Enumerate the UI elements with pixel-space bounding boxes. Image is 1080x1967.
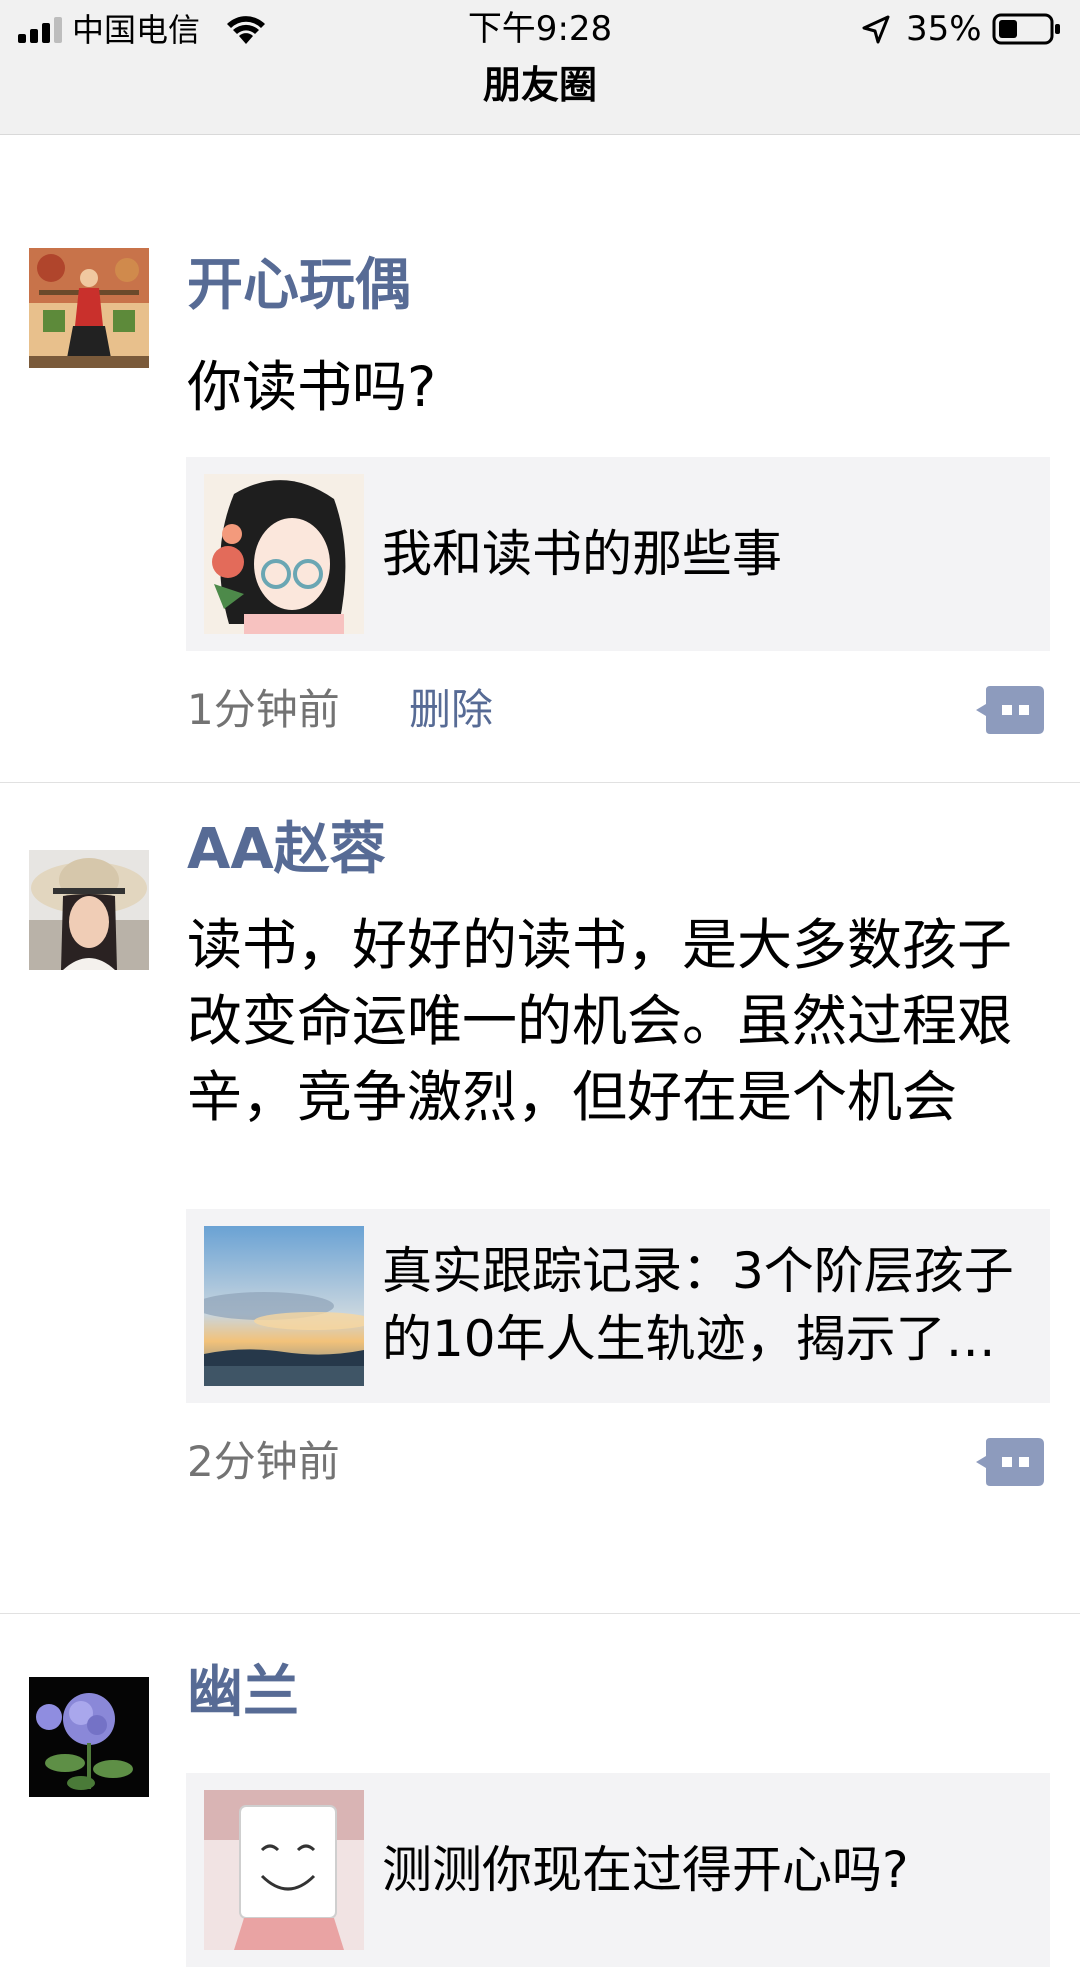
avatar-image bbox=[29, 850, 149, 970]
author-name[interactable]: 开心玩偶 bbox=[187, 252, 411, 320]
author-name[interactable]: AA赵蓉 bbox=[187, 816, 386, 884]
battery-percent: 35% bbox=[906, 9, 982, 49]
card-thumbnail bbox=[204, 474, 364, 634]
link-card[interactable]: 我和读书的那些事 bbox=[186, 457, 1050, 651]
page-title: 朋友圈 bbox=[482, 63, 597, 107]
location-arrow-icon bbox=[862, 15, 890, 44]
card-title: 真实跟踪记录：3个阶层孩子的10年人生轨迹，揭示了教育的真相 bbox=[382, 1242, 1014, 1368]
feed-post: AA赵蓉 读书，好好的读书，是大多数孩子改变命运唯一的机会。虽然过程艰辛，竞争激… bbox=[0, 783, 1080, 1614]
post-text: 读书，好好的读书，是大多数孩子改变命运唯一的机会。虽然过程艰辛，竞争激烈，但好在… bbox=[187, 913, 1013, 1129]
avatar[interactable] bbox=[29, 248, 149, 368]
avatar[interactable] bbox=[29, 1677, 149, 1797]
link-card[interactable]: 真实跟踪记录：3个阶层孩子的10年人生轨迹，揭示了教育的真相 bbox=[186, 1209, 1050, 1403]
comment-bubble-icon[interactable] bbox=[976, 686, 1044, 734]
feed-post: 开心玩偶 你读书吗? 我和读书的那些事 1分钟前 删除 bbox=[0, 135, 1080, 783]
card-thumbnail bbox=[204, 1226, 364, 1386]
post-time: 1分钟前 bbox=[187, 685, 340, 734]
author-name[interactable]: 幽兰 bbox=[187, 1659, 299, 1727]
avatar-image bbox=[29, 248, 149, 368]
post-time: 2分钟前 bbox=[187, 1437, 340, 1486]
moments-feed: 开心玩偶 你读书吗? 我和读书的那些事 1分钟前 删除 AA赵蓉 读书，好好的读… bbox=[0, 135, 1080, 1967]
feed-post: 幽兰 测测你现在过得开心吗? bbox=[0, 1614, 1080, 1967]
avatar[interactable] bbox=[29, 850, 149, 970]
avatar-image bbox=[29, 1677, 149, 1797]
card-title: 我和读书的那些事 bbox=[382, 525, 782, 583]
top-bar: 中国电信 下午9:28 35% 朋友圈 bbox=[0, 0, 1080, 135]
card-thumbnail bbox=[204, 1790, 364, 1950]
link-card[interactable]: 测测你现在过得开心吗? bbox=[186, 1773, 1050, 1967]
status-bar: 中国电信 下午9:28 35% bbox=[0, 0, 1080, 58]
comment-bubble-icon[interactable] bbox=[976, 1438, 1044, 1486]
battery-icon bbox=[992, 13, 1060, 45]
card-title: 测测你现在过得开心吗? bbox=[382, 1841, 909, 1899]
post-text: 你读书吗? bbox=[187, 355, 437, 419]
delete-link[interactable]: 删除 bbox=[409, 682, 493, 738]
